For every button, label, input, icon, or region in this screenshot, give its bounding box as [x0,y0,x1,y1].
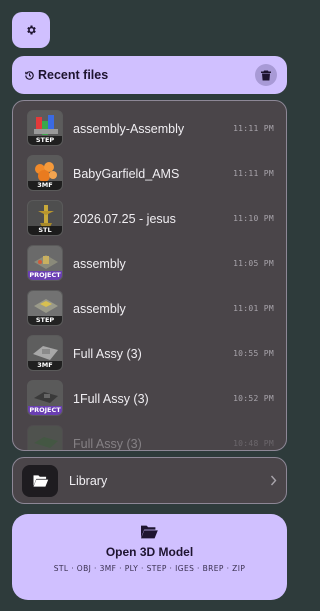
file-time: 11:11 PM [233,169,274,178]
library-icon-box [22,465,58,497]
file-type-badge: STL [28,226,62,235]
file-thumbnail: PROJECT [27,380,63,416]
open-3d-model-button[interactable]: Open 3D Model STL · OBJ · 3MF · PLY · ST… [12,514,287,600]
file-name: 1Full Assy (3) [73,391,149,406]
supported-formats: STL · OBJ · 3MF · PLY · STEP · IGES · BR… [53,564,246,573]
file-name: Full Assy (3) [73,346,142,361]
trash-icon [261,70,271,80]
file-type-badge: PROJECT [28,406,62,415]
file-name: 2026.07.25 - jesus [73,211,176,226]
library-button[interactable]: Library [12,457,287,504]
file-name: assembly [73,256,126,271]
file-type-badge: STEP [28,316,62,325]
file-thumbnail: STL [27,200,63,236]
list-item[interactable]: Full Assy (3) 10:48 PM [13,421,286,451]
file-time: 11:01 PM [233,304,274,313]
file-type-badge: 3MF [28,181,62,190]
file-name: assembly [73,301,126,316]
file-thumbnail: STEP [27,110,63,146]
file-name: Full Assy (3) [73,436,142,451]
list-item[interactable]: 3MF BabyGarfield_AMS 11:11 PM [13,151,286,196]
list-item[interactable]: 3MF Full Assy (3) 10:55 PM [13,331,286,376]
recent-files-list: STEP assembly-Assembly 11:11 PM 3MF Baby… [12,100,287,451]
file-name: BabyGarfield_AMS [73,166,180,181]
file-time: 10:55 PM [233,349,274,358]
file-type-badge: STEP [28,136,62,145]
history-icon [25,70,34,80]
list-item[interactable]: STEP assembly-Assembly 11:11 PM [13,106,286,151]
list-item[interactable]: PROJECT 1Full Assy (3) 10:52 PM [13,376,286,421]
file-type-badge: PROJECT [28,271,62,280]
clear-recent-button[interactable] [255,64,277,86]
file-thumbnail: PROJECT [27,245,63,281]
open-3d-model-label: Open 3D Model [105,545,194,559]
file-type-badge: 3MF [28,361,62,370]
model-preview-icon [34,437,58,448]
file-time: 10:52 PM [233,394,274,403]
chevron-right-icon [270,475,277,486]
recent-files-header: Recent files [12,56,287,94]
file-time: 10:48 PM [233,439,274,448]
library-label: Library [69,473,108,488]
file-time: 11:05 PM [233,259,274,268]
list-item[interactable]: STL 2026.07.25 - jesus 11:10 PM [13,196,286,241]
settings-button[interactable] [12,12,50,48]
folder-open-icon [33,475,48,487]
file-thumbnail [27,425,63,450]
file-thumbnail: 3MF [27,335,63,371]
file-name: assembly-Assembly [73,121,185,136]
list-item[interactable]: STEP assembly 11:01 PM [13,286,286,331]
folder-open-icon [141,525,158,539]
recent-files-title: Recent files [38,68,109,82]
list-item[interactable]: PROJECT assembly 11:05 PM [13,241,286,286]
file-thumbnail: STEP [27,290,63,326]
file-time: 11:11 PM [233,124,274,133]
gear-icon [27,25,36,35]
file-thumbnail: 3MF [27,155,63,191]
file-time: 11:10 PM [233,214,274,223]
